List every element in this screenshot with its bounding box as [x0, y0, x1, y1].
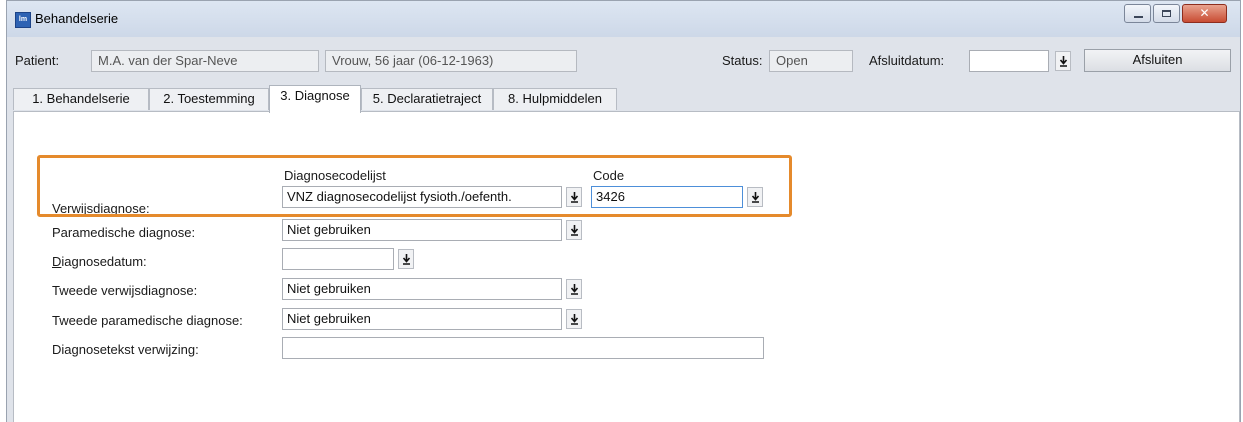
dropdown-arrow-icon	[570, 225, 579, 236]
tweede-paramedische-diagnose-select[interactable]: Niet gebruiken	[282, 308, 562, 330]
patient-name-field: M.A. van der Spar-Neve	[91, 50, 319, 72]
verwijsdiagnose-code-dropdown-button[interactable]	[747, 187, 763, 207]
tweede-verwijsdiagnose-select[interactable]: Niet gebruiken	[282, 278, 562, 300]
tab-diagnose[interactable]: 3. Diagnose	[269, 85, 361, 113]
tweede-verwijsdiagnose-dropdown-button[interactable]	[566, 279, 582, 299]
diagnosetekst-verwijzing-label: Diagnosetekst verwijzing:	[52, 342, 199, 357]
dropdown-arrow-icon	[1059, 56, 1068, 67]
maximize-icon	[1162, 10, 1171, 17]
verwijsdiagnose-list-select[interactable]: VNZ diagnosecodelijst fysioth./oefenth.	[282, 186, 562, 208]
status-field: Open	[769, 50, 853, 72]
diagnosedatum-label-rest: iagnosedatum:	[61, 254, 147, 269]
paramedische-diagnose-dropdown-button[interactable]	[566, 220, 582, 240]
afsluitdatum-label: Afsluitdatum:	[869, 53, 945, 68]
status-label: Status:	[722, 53, 763, 68]
dropdown-arrow-icon	[402, 254, 411, 265]
title-bar[interactable]: lm Behandelserie ✕	[7, 1, 1240, 37]
minimize-icon	[1134, 16, 1143, 18]
patient-info-field: Vrouw, 56 jaar (06-12-1963)	[325, 50, 577, 72]
diagnosedatum-input[interactable]	[282, 248, 394, 270]
tab-hulpmiddelen[interactable]: 8. Hulpmiddelen	[493, 88, 617, 110]
dropdown-arrow-icon	[570, 192, 579, 203]
diagnosetekst-verwijzing-input[interactable]	[282, 337, 764, 359]
tweede-paramedische-diagnose-dropdown-button[interactable]	[566, 309, 582, 329]
column-header-diagnosecodelijst: Diagnosecodelijst	[284, 168, 386, 183]
tab-bar: 1. Behandelserie 2. Toestemming 3. Diagn…	[7, 85, 1240, 113]
diagnose-panel	[13, 111, 1240, 422]
diagnosedatum-dropdown-button[interactable]	[398, 249, 414, 269]
maximize-button[interactable]	[1153, 4, 1180, 23]
verwijsdiagnose-list-dropdown-button[interactable]	[566, 187, 582, 207]
paramedische-diagnose-select[interactable]: Niet gebruiken	[282, 219, 562, 241]
diagnosedatum-accesskey: D	[52, 254, 62, 269]
tweede-verwijsdiagnose-label: Tweede verwijsdiagnose:	[52, 283, 198, 298]
window-title: Behandelserie	[35, 11, 119, 26]
minimize-button[interactable]	[1124, 4, 1151, 23]
tweede-paramedische-diagnose-label: Tweede paramedische diagnose:	[52, 313, 243, 328]
tab-toestemming[interactable]: 2. Toestemming	[149, 88, 269, 110]
column-header-code: Code	[593, 168, 625, 183]
close-icon: ✕	[1199, 6, 1210, 20]
paramedische-diagnose-label: Paramedische diagnose:	[52, 225, 196, 240]
app-icon: lm	[15, 12, 31, 28]
verwijsdiagnose-code-input[interactable]: 3426	[591, 186, 743, 208]
verwijsdiagnose-label: Verwijsdiagnose:	[52, 201, 150, 216]
afsluitdatum-input[interactable]	[969, 50, 1049, 72]
tab-declaratietraject[interactable]: 5. Declaratietraject	[361, 88, 493, 110]
afsluitdatum-dropdown-button[interactable]	[1055, 51, 1071, 71]
close-button[interactable]: ✕	[1182, 4, 1227, 23]
tab-behandelserie[interactable]: 1. Behandelserie	[13, 88, 149, 110]
patient-label: Patient:	[15, 53, 60, 68]
diagnosedatum-label: Diagnosedatum:	[52, 254, 147, 269]
afsluiten-button[interactable]: Afsluiten	[1084, 49, 1231, 72]
dropdown-arrow-icon	[751, 192, 760, 203]
dropdown-arrow-icon	[570, 284, 579, 295]
dropdown-arrow-icon	[570, 314, 579, 325]
